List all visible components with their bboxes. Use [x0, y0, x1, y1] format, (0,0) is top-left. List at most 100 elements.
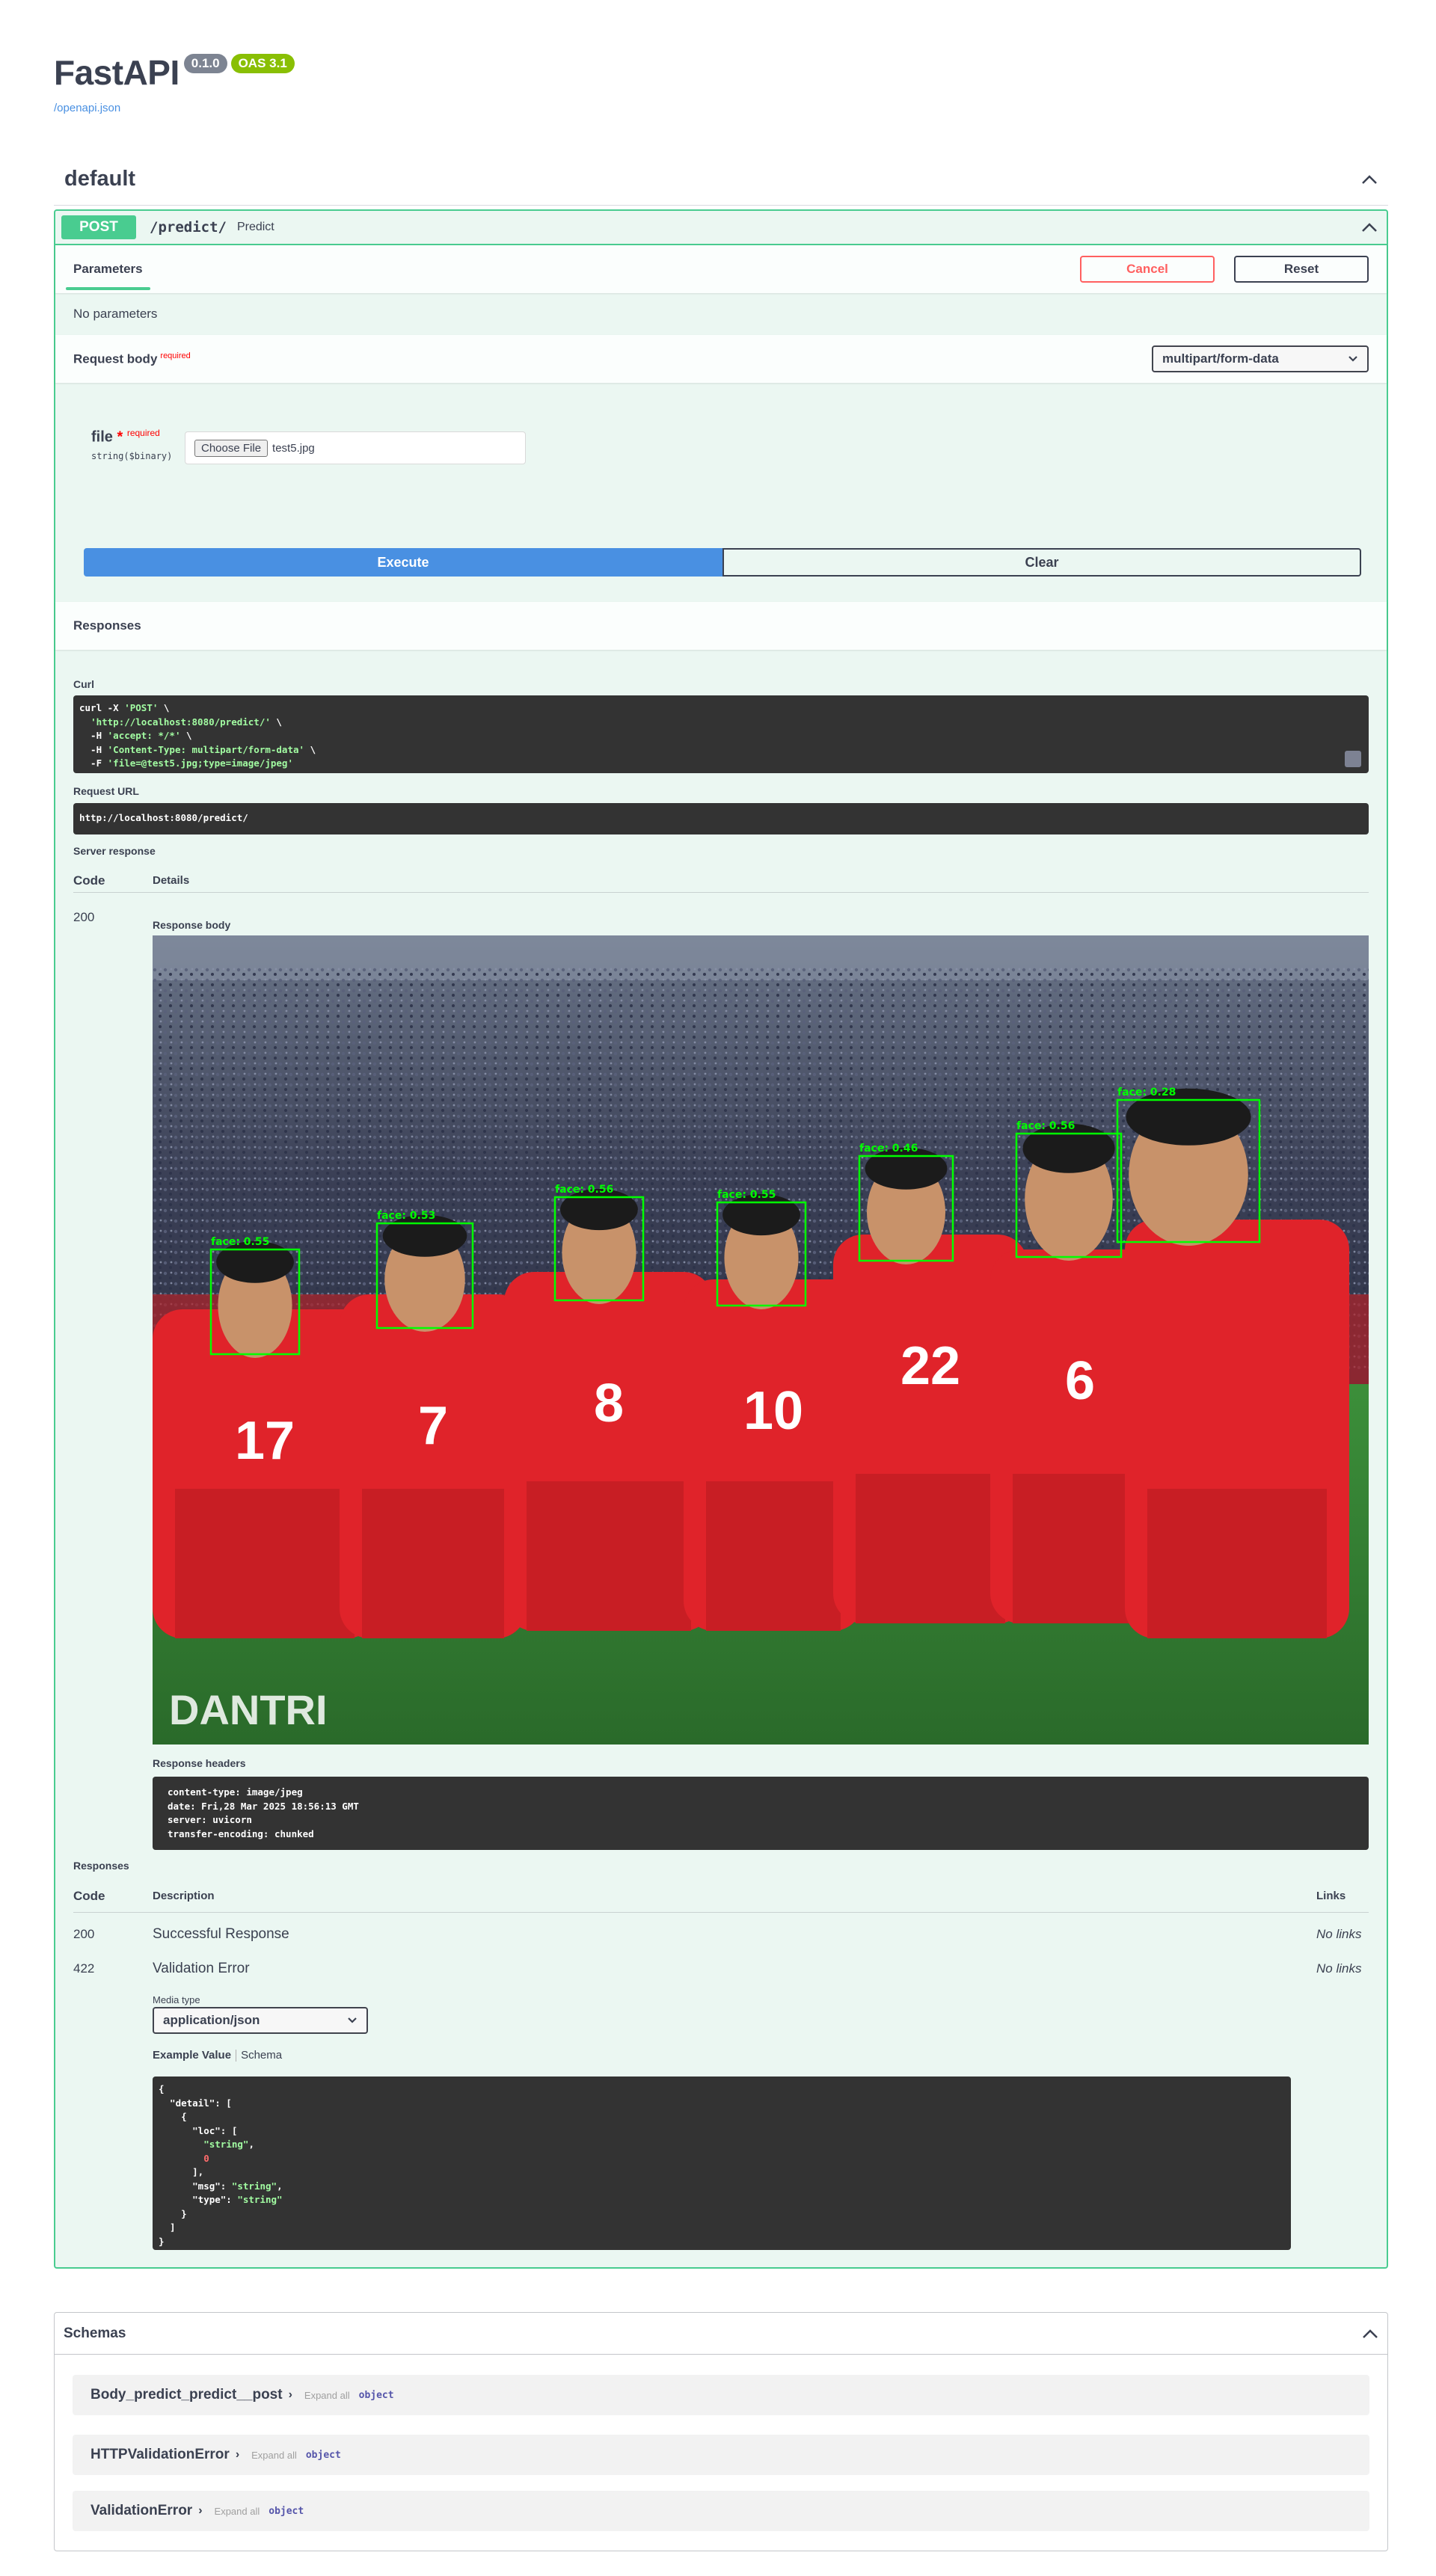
response-row: 422 Validation Error No links: [73, 1958, 1369, 1980]
player-shorts: [1147, 1489, 1327, 1638]
response-links: No links: [1316, 1927, 1362, 1941]
expand-all-button[interactable]: Expand all: [251, 2450, 297, 2461]
chevron-right-icon: ›: [235, 2448, 240, 2461]
jersey-number: 22: [900, 1336, 960, 1396]
execute-wrapper: Execute Clear: [84, 548, 1361, 577]
tab-example-value[interactable]: Example Value: [153, 2049, 231, 2062]
example-tabs: Example Value Schema: [153, 2049, 282, 2062]
chevron-down-icon: [348, 2017, 357, 2023]
api-info: FastAPI 0.1.0 OAS 3.1 /openapi.json: [54, 52, 295, 114]
tab-parameters[interactable]: Parameters: [66, 245, 150, 293]
media-type-select[interactable]: application/json: [153, 2007, 368, 2034]
detection-label: face: 0.55: [211, 1236, 269, 1248]
schema-model[interactable]: HTTPValidationError › Expand all object: [73, 2435, 1369, 2475]
schema-model[interactable]: ValidationError › Expand all object: [73, 2491, 1369, 2531]
chevron-up-icon[interactable]: [1361, 174, 1378, 185]
openapi-json-link[interactable]: /openapi.json: [54, 102, 295, 114]
chevron-up-icon[interactable]: [1362, 2328, 1378, 2339]
detection-label: face: 0.56: [555, 1184, 613, 1196]
chevron-up-icon[interactable]: [1361, 222, 1378, 233]
chosen-file-name: test5.jpg: [272, 441, 315, 455]
chevron-right-icon: ›: [288, 2388, 292, 2401]
curl-command[interactable]: curl -X 'POST' \ 'http://localhost:8080/…: [73, 695, 1369, 773]
response-status-code: 200: [73, 910, 95, 924]
schema-type: object: [269, 2505, 304, 2517]
media-type-label: Media type: [153, 1994, 200, 2005]
detection-label: face: 0.56: [1016, 1120, 1075, 1132]
detection-result-image: 17 7 8 10 22 6 face: 0.55 face: 0.53 face: 0.56…: [153, 935, 1369, 1745]
server-response-table-header: Code Details: [73, 869, 1369, 893]
reset-button[interactable]: Reset: [1234, 256, 1369, 283]
no-parameters-text: No parameters: [73, 307, 158, 321]
response-code: 422: [73, 1961, 95, 1976]
responses-doc-title: Responses: [73, 1860, 129, 1872]
api-title: FastAPI: [54, 53, 180, 92]
server-response-label: Server response: [73, 845, 156, 857]
jersey-number: 10: [743, 1381, 803, 1441]
schema-type: object: [358, 2389, 394, 2401]
player-shorts: [527, 1481, 691, 1631]
clear-button[interactable]: Clear: [722, 548, 1361, 577]
version-badge: 0.1.0: [183, 54, 227, 73]
content-type-value: multipart/form-data: [1162, 351, 1279, 366]
operation-description: Predict: [236, 221, 274, 233]
expand-all-button[interactable]: Expand all: [215, 2506, 260, 2517]
operation-path: /predict/: [150, 219, 227, 236]
tag-section-header[interactable]: default: [54, 153, 1388, 206]
schema-type: object: [305, 2449, 341, 2461]
player-shorts: [856, 1474, 1005, 1623]
response-image: 17 7 8 10 22 6 face: 0.55 face: 0.53 face: 0.56…: [153, 935, 1369, 1745]
file-param-type: string($binary): [91, 450, 173, 461]
watermark: DANTRI: [169, 1686, 328, 1733]
player-shorts: [706, 1481, 841, 1631]
response-body-label: Response body: [153, 919, 231, 931]
post-predict-operation: POST /predict/ Predict Parameters Cancel…: [54, 209, 1388, 2269]
jersey-number: 17: [235, 1411, 295, 1471]
jersey-number: 8: [594, 1374, 624, 1433]
chevron-down-icon: [1348, 356, 1357, 362]
file-input[interactable]: Choose File test5.jpg: [185, 431, 526, 464]
expand-all-button[interactable]: Expand all: [304, 2390, 350, 2401]
schema-name: Body_predict_predict__post: [90, 2387, 283, 2403]
detection-label: face: 0.55: [717, 1189, 776, 1201]
cancel-button[interactable]: Cancel: [1080, 256, 1215, 283]
tab-schema[interactable]: Schema: [241, 2049, 282, 2062]
file-param: file * required string($binary): [91, 428, 172, 461]
jersey-number: 7: [418, 1396, 448, 1456]
request-url-label: Request URL: [73, 785, 139, 797]
chevron-right-icon: ›: [198, 2504, 203, 2517]
execute-button[interactable]: Execute: [84, 548, 722, 577]
response-row: 200 Successful Response No links: [73, 1923, 1369, 1946]
request-url: http://localhost:8080/predict/: [73, 803, 1369, 834]
schema-model[interactable]: Body_predict_predict__post › Expand all …: [73, 2375, 1369, 2415]
col-links: Links: [1316, 1890, 1346, 1902]
choose-file-button[interactable]: Choose File: [194, 439, 269, 457]
response-description: Successful Response: [153, 1926, 289, 1942]
player-shorts: [362, 1489, 504, 1638]
col-code: Code: [73, 1888, 105, 1903]
col-details: Details: [153, 874, 190, 887]
jersey-number: 6: [1065, 1351, 1095, 1411]
response-headers-label: Response headers: [153, 1757, 246, 1769]
content-type-select[interactable]: multipart/form-data: [1152, 345, 1369, 372]
request-body-header: Request body required multipart/form-data: [55, 335, 1387, 383]
col-code: Code: [73, 873, 105, 888]
response-code: 200: [73, 1927, 95, 1941]
request-body-label: Request body required: [73, 351, 191, 366]
schemas-title: Schemas: [64, 2325, 126, 2341]
curl-label: Curl: [73, 678, 94, 690]
col-description: Description: [153, 1890, 215, 1902]
file-param-name: file * required: [91, 428, 160, 446]
response-description: Validation Error: [153, 1961, 250, 1976]
operation-summary[interactable]: POST /predict/ Predict: [55, 211, 1387, 245]
detection-label: face: 0.46: [859, 1143, 918, 1155]
schemas-header[interactable]: Schemas: [55, 2313, 1387, 2355]
copy-to-clipboard-icon[interactable]: [1345, 751, 1361, 767]
response-links: No links: [1316, 1961, 1362, 1976]
schema-name: HTTPValidationError: [90, 2447, 230, 2462]
player-shorts: [175, 1489, 355, 1638]
schemas-section: Schemas Body_predict_predict__post › Exp…: [54, 2312, 1388, 2551]
schema-name: ValidationError: [90, 2503, 193, 2518]
required-marker: required: [160, 351, 191, 360]
parameters-header: Parameters Cancel Reset: [55, 245, 1387, 293]
